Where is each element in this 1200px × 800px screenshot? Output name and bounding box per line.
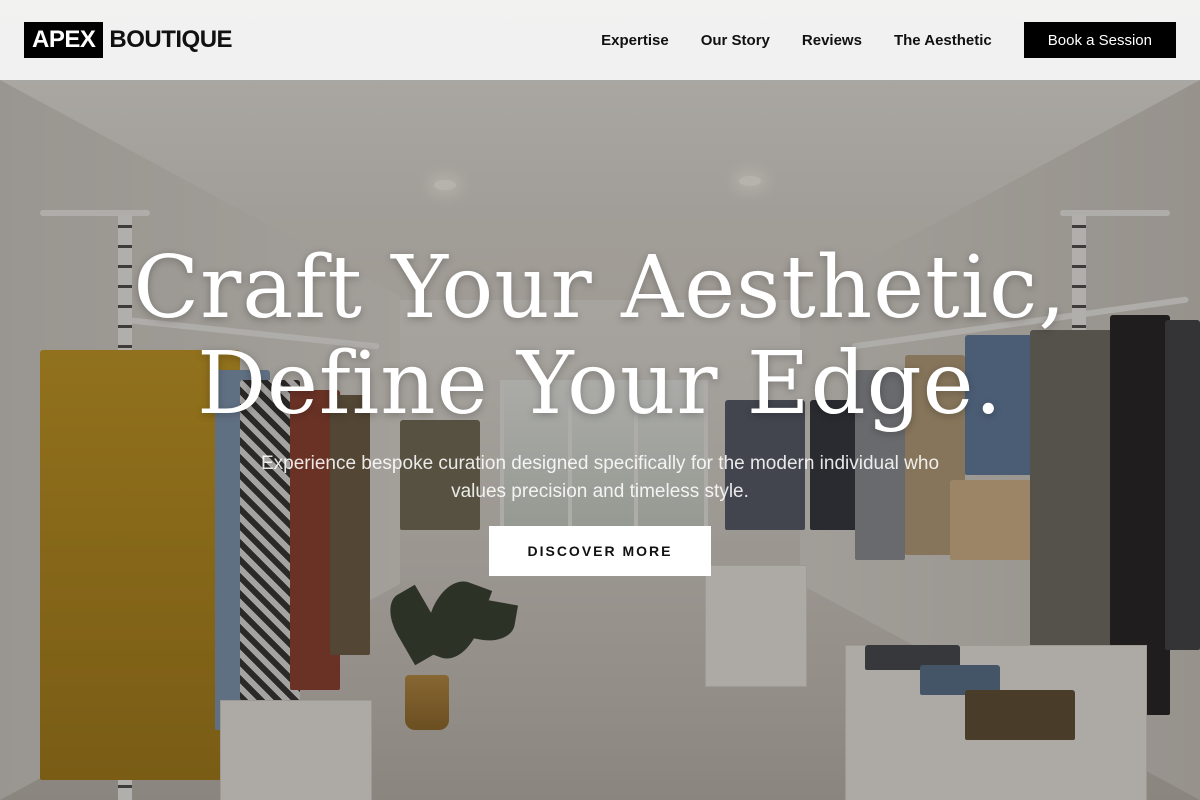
hero-subtitle: Experience bespoke curation designed spe… [260,453,940,502]
book-session-button[interactable]: Book a Session [1023,22,1176,58]
nav-link-expertise[interactable]: Expertise [601,32,669,49]
hero-headline-line-1: Craft Your Aesthetic, [133,238,1067,338]
hero-section: Craft Your Aesthetic, Define Your Edge. … [0,240,1200,576]
nav-link-reviews[interactable]: Reviews [802,32,862,49]
site-header: APEX BOUTIQUE Expertise Our Story Review… [0,0,1200,80]
logo-box: APEX [24,22,104,58]
hero-headline-line-2: Define Your Edge. [197,334,1003,434]
main-nav: Expertise Our Story Reviews The Aestheti… [569,22,1176,58]
nav-link-our-story[interactable]: Our Story [701,32,770,49]
discover-more-button[interactable]: DISCOVER MORE [489,526,711,576]
logo[interactable]: APEX BOUTIQUE [24,22,233,58]
hero-headline: Craft Your Aesthetic, Define Your Edge. [0,240,1200,432]
nav-link-the-aesthetic[interactable]: The Aesthetic [894,32,992,49]
logo-text: BOUTIQUE [109,26,233,53]
